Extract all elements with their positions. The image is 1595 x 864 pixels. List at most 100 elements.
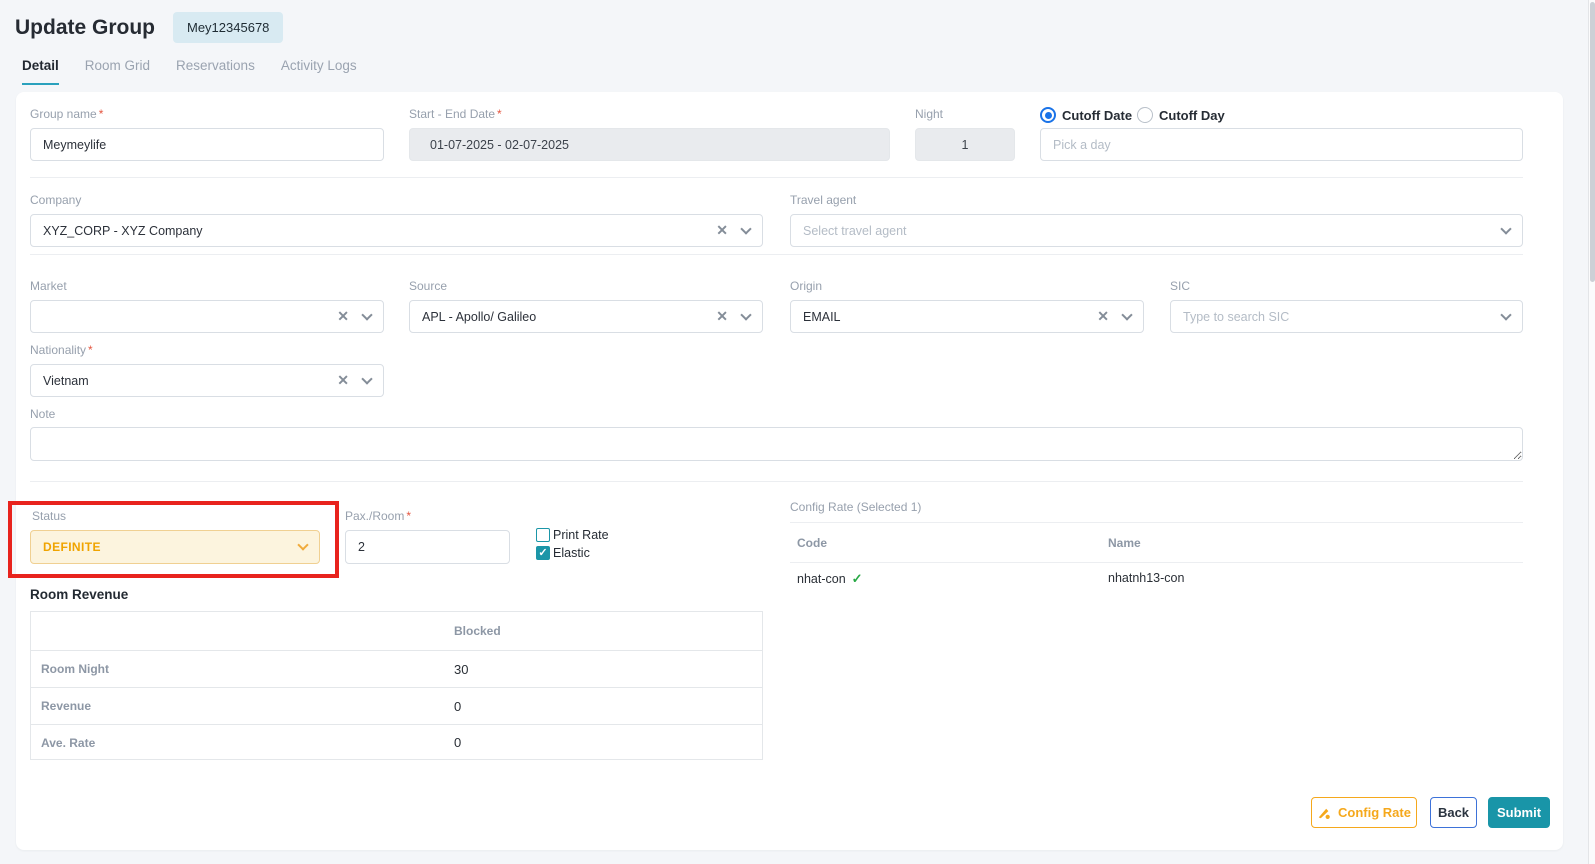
cutoff-date-option[interactable]: Cutoff Date bbox=[1040, 107, 1132, 123]
checkbox-checked-icon[interactable]: ✓ bbox=[536, 546, 550, 560]
page-header: Update Group Mey12345678 bbox=[15, 12, 283, 43]
origin-value: EMAIL bbox=[803, 310, 1097, 324]
config-rate-code: nhat-con bbox=[797, 572, 846, 586]
chevron-down-icon[interactable] bbox=[740, 309, 751, 320]
company-value: XYZ_CORP - XYZ Company bbox=[43, 224, 716, 238]
source-select[interactable]: APL - Apollo/ Galileo ✕ bbox=[409, 300, 763, 333]
sic-select[interactable]: Type to search SIC bbox=[1170, 300, 1523, 333]
chevron-down-icon[interactable] bbox=[361, 309, 372, 320]
radio-selected-icon[interactable] bbox=[1040, 107, 1056, 123]
tab-detail[interactable]: Detail bbox=[22, 58, 59, 85]
night-input[interactable]: 1 bbox=[915, 128, 1015, 161]
checkbox-unchecked-icon[interactable] bbox=[536, 528, 550, 542]
chevron-down-icon[interactable] bbox=[1500, 223, 1511, 234]
status-label: Status bbox=[32, 509, 66, 523]
clear-icon[interactable]: ✕ bbox=[716, 308, 728, 325]
chevron-down-icon[interactable] bbox=[297, 539, 308, 550]
market-select[interactable]: ✕ bbox=[30, 300, 384, 333]
pax-room-label: Pax./Room* bbox=[345, 509, 411, 523]
cutoff-day-label: Cutoff Day bbox=[1159, 108, 1225, 123]
nationality-label: Nationality* bbox=[30, 343, 93, 357]
travel-agent-placeholder: Select travel agent bbox=[803, 224, 1502, 238]
config-rate-name: nhatnh13-con bbox=[1108, 571, 1184, 587]
group-name-value: Meymeylife bbox=[43, 138, 371, 152]
clear-icon[interactable]: ✕ bbox=[337, 372, 349, 389]
source-value: APL - Apollo/ Galileo bbox=[422, 310, 716, 324]
source-label: Source bbox=[409, 279, 447, 293]
table-row: Ave. Rate 0 bbox=[31, 724, 762, 760]
tab-reservations[interactable]: Reservations bbox=[176, 58, 255, 85]
night-value: 1 bbox=[962, 138, 969, 152]
page-title: Update Group bbox=[15, 16, 155, 40]
status-select[interactable]: DEFINITE bbox=[30, 530, 320, 564]
table-row: Room Night 30 bbox=[31, 650, 762, 687]
table-row: Revenue 0 bbox=[31, 687, 762, 724]
chevron-down-icon[interactable] bbox=[1121, 309, 1132, 320]
chevron-down-icon[interactable] bbox=[361, 373, 372, 384]
radio-unselected-icon[interactable] bbox=[1137, 107, 1153, 123]
cutoff-picker-placeholder: Pick a day bbox=[1053, 138, 1510, 152]
room-revenue-title: Room Revenue bbox=[30, 587, 128, 602]
sic-placeholder: Type to search SIC bbox=[1183, 310, 1502, 324]
note-field-wrap bbox=[30, 427, 1523, 461]
chevron-down-icon[interactable] bbox=[740, 223, 751, 234]
revenue-label: Revenue bbox=[31, 699, 444, 713]
ave-rate-label: Ave. Rate bbox=[31, 736, 444, 750]
origin-select[interactable]: EMAIL ✕ bbox=[790, 300, 1144, 333]
nationality-select[interactable]: Vietnam ✕ bbox=[30, 364, 384, 397]
config-rate-row[interactable]: nhat-con ✓ nhatnh13-con bbox=[797, 571, 1523, 587]
pax-room-input[interactable]: 2 bbox=[345, 530, 510, 564]
sic-label: SIC bbox=[1170, 279, 1190, 293]
origin-label: Origin bbox=[790, 279, 822, 293]
clear-icon[interactable]: ✕ bbox=[1097, 308, 1109, 325]
scrollbar-thumb[interactable] bbox=[1590, 2, 1595, 282]
print-rate-label: Print Rate bbox=[553, 528, 609, 542]
divider bbox=[30, 481, 1523, 482]
room-revenue-header-row: Blocked bbox=[31, 612, 762, 650]
market-label: Market bbox=[30, 279, 67, 293]
travel-agent-select[interactable]: Select travel agent bbox=[790, 214, 1523, 247]
note-label: Note bbox=[30, 407, 55, 421]
group-name-input[interactable]: Meymeylife bbox=[30, 128, 384, 161]
config-rate-col-code: Code bbox=[797, 536, 827, 550]
submit-button[interactable]: Submit bbox=[1488, 797, 1550, 828]
required-mark: * bbox=[406, 509, 411, 523]
pax-room-value: 2 bbox=[358, 540, 497, 554]
print-rate-option[interactable]: Print Rate bbox=[536, 528, 609, 542]
divider bbox=[790, 562, 1523, 563]
date-range-input[interactable]: 01-07-2025 - 02-07-2025 bbox=[409, 128, 890, 161]
date-range-label: Start - End Date* bbox=[409, 107, 502, 121]
room-revenue-col-blocked: Blocked bbox=[444, 624, 762, 638]
elastic-option[interactable]: ✓ Elastic bbox=[536, 546, 590, 560]
revenue-value: 0 bbox=[444, 699, 762, 714]
scrollbar[interactable] bbox=[1588, 0, 1595, 864]
back-button[interactable]: Back bbox=[1430, 797, 1477, 828]
ave-rate-value: 0 bbox=[444, 735, 762, 750]
clear-icon[interactable]: ✕ bbox=[337, 308, 349, 325]
room-revenue-table: Blocked Room Night 30 Revenue 0 Ave. Rat… bbox=[30, 611, 763, 760]
group-code-badge: Mey12345678 bbox=[173, 12, 283, 43]
elastic-label: Elastic bbox=[553, 546, 590, 560]
company-label: Company bbox=[30, 193, 81, 207]
room-night-label: Room Night bbox=[31, 662, 444, 676]
room-night-value: 30 bbox=[444, 662, 762, 677]
required-mark: * bbox=[497, 107, 502, 121]
cutoff-day-option[interactable]: Cutoff Day bbox=[1137, 107, 1225, 123]
back-button-label: Back bbox=[1438, 805, 1469, 820]
date-range-value: 01-07-2025 - 02-07-2025 bbox=[430, 138, 877, 152]
chevron-down-icon[interactable] bbox=[1500, 309, 1511, 320]
config-rate-button[interactable]: Config Rate bbox=[1311, 797, 1417, 828]
tab-room-grid[interactable]: Room Grid bbox=[85, 58, 150, 85]
clear-icon[interactable]: ✕ bbox=[716, 222, 728, 239]
company-select[interactable]: XYZ_CORP - XYZ Company ✕ bbox=[30, 214, 763, 247]
cutoff-day-picker[interactable]: Pick a day bbox=[1040, 128, 1523, 161]
config-rate-icon bbox=[1317, 806, 1331, 820]
required-mark: * bbox=[99, 107, 104, 121]
config-rate-button-label: Config Rate bbox=[1338, 805, 1411, 820]
travel-agent-label: Travel agent bbox=[790, 193, 856, 207]
divider bbox=[790, 522, 1523, 523]
note-textarea[interactable] bbox=[30, 427, 1523, 461]
tab-activity-logs[interactable]: Activity Logs bbox=[281, 58, 357, 85]
selected-check-icon: ✓ bbox=[852, 571, 863, 587]
divider bbox=[30, 254, 1523, 255]
